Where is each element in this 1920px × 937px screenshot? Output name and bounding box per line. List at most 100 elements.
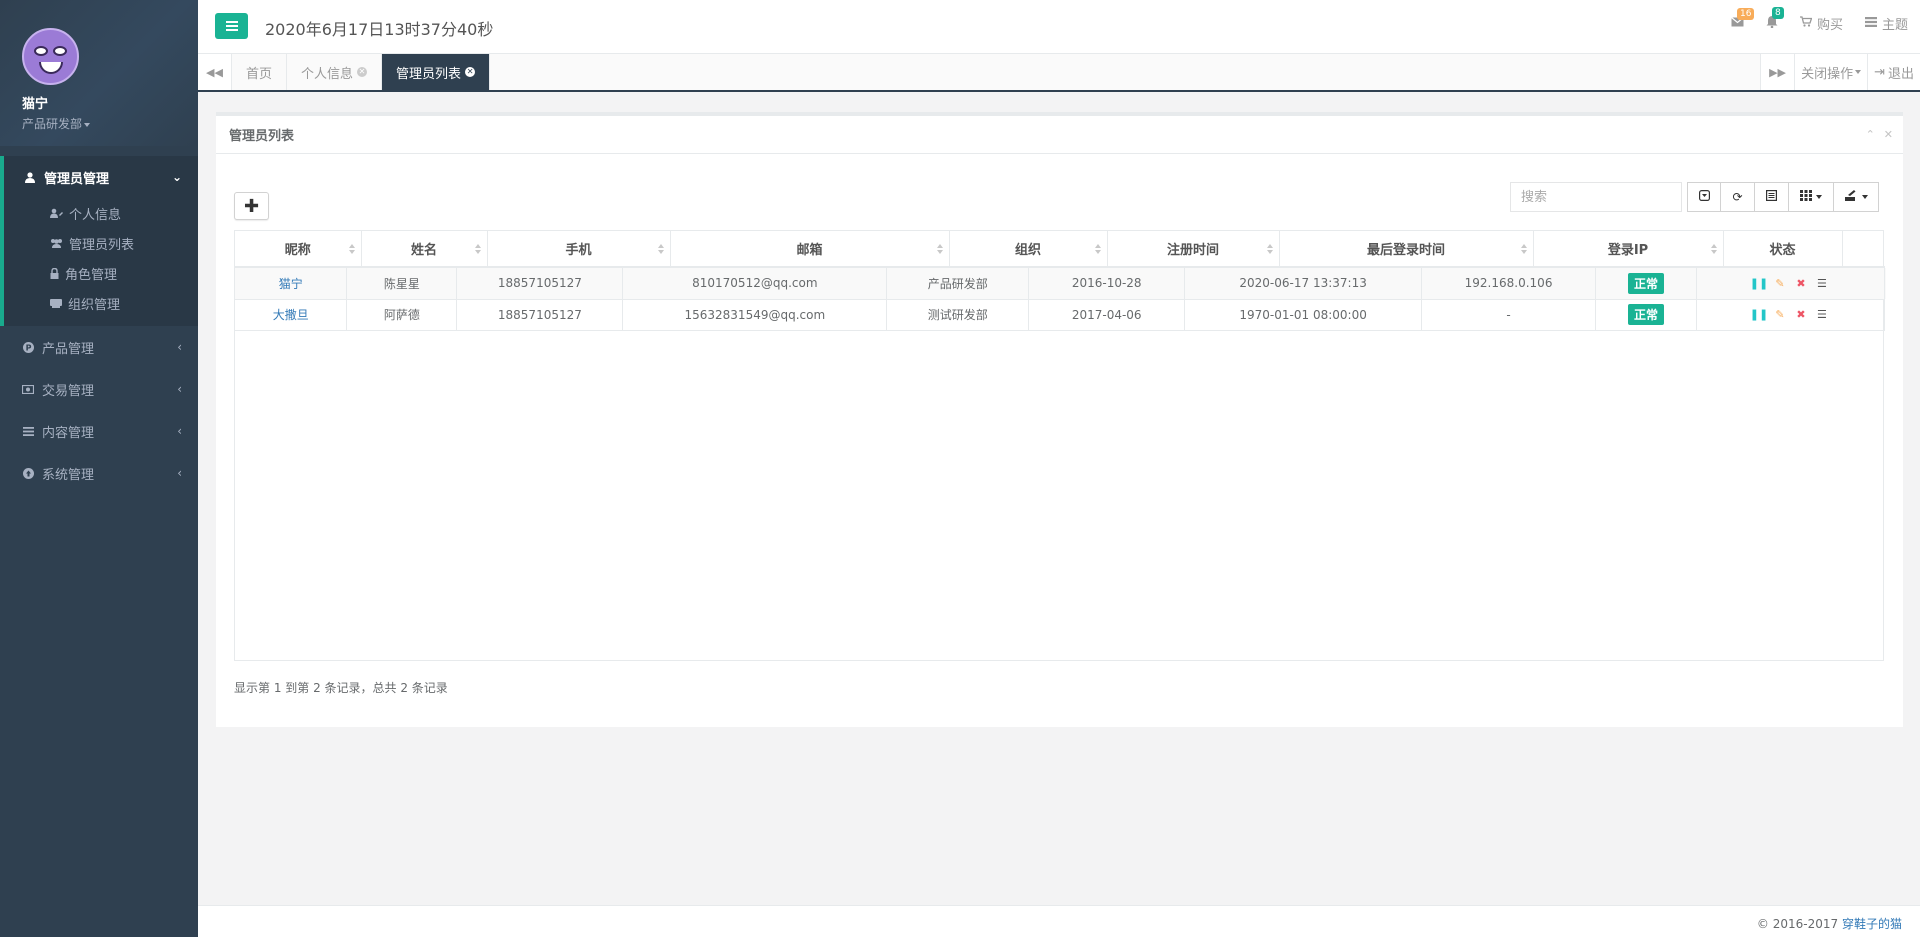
page-tabs-bar: ◀◀ 首页 个人信息 ✕ 管理员列表 ✕ ▶▶ 关闭操作 ⇥ 退出: [198, 54, 1920, 92]
cell-ip: 192.168.0.106: [1421, 268, 1597, 300]
tab-profile[interactable]: 个人信息 ✕: [287, 54, 383, 90]
pause-icon[interactable]: ❚❚: [1750, 308, 1768, 321]
column-label: 登录IP: [1607, 243, 1649, 258]
column-header-org[interactable]: 组织: [949, 231, 1108, 268]
notifications-count-badge: 8: [1771, 7, 1784, 19]
sidebar-group-admin-header[interactable]: 管理员管理 ⌄: [4, 156, 198, 198]
sidebar-group-system: 系统管理 ‹: [0, 452, 198, 494]
row-actions: ❚❚ ✎ ✖ ☰: [1697, 308, 1884, 321]
buy-label: 购买: [1816, 18, 1843, 33]
chevron-down-icon: ⌄: [171, 170, 182, 184]
edit-icon[interactable]: ✎: [1774, 308, 1786, 321]
column-header-last-login[interactable]: 最后登录时间: [1279, 231, 1534, 268]
close-operations-dropdown[interactable]: 关闭操作: [1794, 54, 1868, 90]
cell-actions: ❚❚ ✎ ✖ ☰: [1696, 268, 1886, 300]
sidebar-item-label: 个人信息: [69, 207, 122, 223]
sort-icon: [1266, 244, 1273, 254]
refresh-button[interactable]: ⟳: [1720, 182, 1755, 212]
admin-table: 昵称 姓名 手机 邮箱 组织 注册时间 最后登录时间 登录IP 状态: [235, 231, 1885, 268]
buy-link[interactable]: 购买: [1799, 14, 1843, 33]
column-header-registered[interactable]: 注册时间: [1107, 231, 1280, 268]
column-label: 最后登录时间: [1366, 243, 1445, 258]
caret-down-icon: [84, 122, 91, 127]
sort-icon: [1520, 244, 1527, 254]
sidebar-group-label: 内容管理: [42, 425, 95, 441]
sort-icon: [657, 244, 664, 254]
column-label: 昵称: [284, 243, 311, 258]
datetime-display: 2020年6月17日13时37分40秒: [265, 20, 494, 39]
sidebar-group-content-header[interactable]: 内容管理 ‹: [0, 410, 198, 452]
list-alt-icon: [1766, 190, 1778, 204]
tab-home[interactable]: 首页: [232, 54, 288, 90]
export-icon: [1844, 190, 1858, 204]
avatar-mouth-icon: [39, 62, 63, 74]
sidebar-menu: 管理员管理 ⌄ 个人信息 管理员列表 角色管理 组织管理 P 产品管理 ‹ 交易…: [0, 156, 198, 494]
chevron-left-icon: ‹: [177, 424, 182, 438]
column-header-status: 状态: [1723, 231, 1843, 268]
sort-icon: [936, 244, 943, 254]
sidebar-item-admin-list[interactable]: 管理员列表: [4, 228, 198, 258]
cell-phone: 18857105127: [456, 268, 624, 300]
delete-icon[interactable]: ✖: [1795, 308, 1807, 321]
details-icon[interactable]: ☰: [1816, 308, 1828, 321]
tab-close-icon[interactable]: ✕: [465, 67, 476, 77]
close-icon[interactable]: ✕: [1884, 128, 1893, 141]
columns-dropdown-button[interactable]: [1788, 182, 1834, 212]
cell-nickname[interactable]: 猫宁: [235, 268, 348, 300]
sidebar-group-trade-header[interactable]: 交易管理 ‹: [0, 368, 198, 410]
cell-email: 15632831549@qq.com: [622, 299, 888, 331]
avatar[interactable]: [22, 28, 79, 85]
toggle-pagination-button[interactable]: [1687, 182, 1721, 212]
cell-extra: [1884, 299, 1885, 331]
tab-admin-list[interactable]: 管理员列表 ✕: [382, 54, 491, 90]
sidebar-item-org[interactable]: 组织管理: [4, 288, 198, 318]
hamburger-icon: [225, 25, 238, 27]
search-input[interactable]: [1510, 182, 1682, 212]
profile-department-dropdown[interactable]: 产品研发部: [22, 115, 198, 132]
tabs-scroll-left-button[interactable]: ◀◀: [198, 54, 232, 90]
user-icon: [24, 171, 36, 183]
cell-org: 测试研发部: [886, 299, 1030, 331]
cell-nickname[interactable]: 大撒旦: [235, 299, 348, 331]
caret-down-icon: [1861, 195, 1868, 199]
tab-close-icon[interactable]: ✕: [357, 67, 368, 77]
sidebar-group-label: 系统管理: [42, 467, 95, 483]
logout-button[interactable]: ⇥ 退出: [1867, 54, 1920, 90]
messages-button[interactable]: 16: [1731, 8, 1755, 31]
edit-icon[interactable]: ✎: [1774, 277, 1786, 290]
toggle-view-button[interactable]: [1754, 182, 1789, 212]
sort-icon: [1094, 244, 1101, 254]
menu-toggle-button[interactable]: [215, 13, 248, 39]
notifications-button[interactable]: 8: [1766, 7, 1784, 32]
column-label: 状态: [1769, 243, 1796, 258]
author-link[interactable]: 穿鞋子的猫: [1842, 917, 1902, 931]
top-right-actions: 16 8 购买 主题: [1731, 7, 1908, 33]
pause-icon[interactable]: ❚❚: [1750, 277, 1768, 290]
column-header-phone[interactable]: 手机: [487, 231, 671, 268]
collapse-icon[interactable]: ⌃: [1866, 128, 1875, 141]
sidebar-group-system-header[interactable]: 系统管理 ‹: [0, 452, 198, 494]
sidebar-group-admin: 管理员管理 ⌄ 个人信息 管理员列表 角色管理 组织管理: [0, 156, 198, 326]
cell-extra: [1884, 268, 1885, 300]
profile: 猫宁 产品研发部: [0, 0, 198, 146]
column-label: 组织: [1014, 243, 1041, 258]
forward-icon: ▶▶: [1769, 65, 1787, 79]
sidebar-item-profile[interactable]: 个人信息: [4, 198, 198, 228]
add-admin-button[interactable]: ✚: [234, 192, 269, 220]
details-icon[interactable]: ☰: [1816, 277, 1828, 290]
delete-icon[interactable]: ✖: [1795, 277, 1807, 290]
collapse-down-icon: [1698, 190, 1710, 204]
sidebar-item-roles[interactable]: 角色管理: [4, 258, 198, 288]
sidebar-group-label: 产品管理: [42, 341, 95, 357]
column-header-name[interactable]: 姓名: [361, 231, 488, 268]
column-header-ip[interactable]: 登录IP: [1533, 231, 1724, 268]
theme-link[interactable]: 主题: [1864, 14, 1908, 33]
export-dropdown-button[interactable]: [1833, 182, 1879, 212]
column-header-nickname[interactable]: 昵称: [235, 231, 362, 268]
sidebar-group-product-header[interactable]: P 产品管理 ‹: [0, 326, 198, 368]
tab-label: 首页: [246, 66, 273, 82]
column-header-email[interactable]: 邮箱: [670, 231, 950, 268]
page-tabs: 首页 个人信息 ✕ 管理员列表 ✕: [232, 54, 491, 90]
tabs-scroll-right-button[interactable]: ▶▶: [1760, 54, 1795, 90]
panel-title: 管理员列表: [216, 116, 1903, 154]
